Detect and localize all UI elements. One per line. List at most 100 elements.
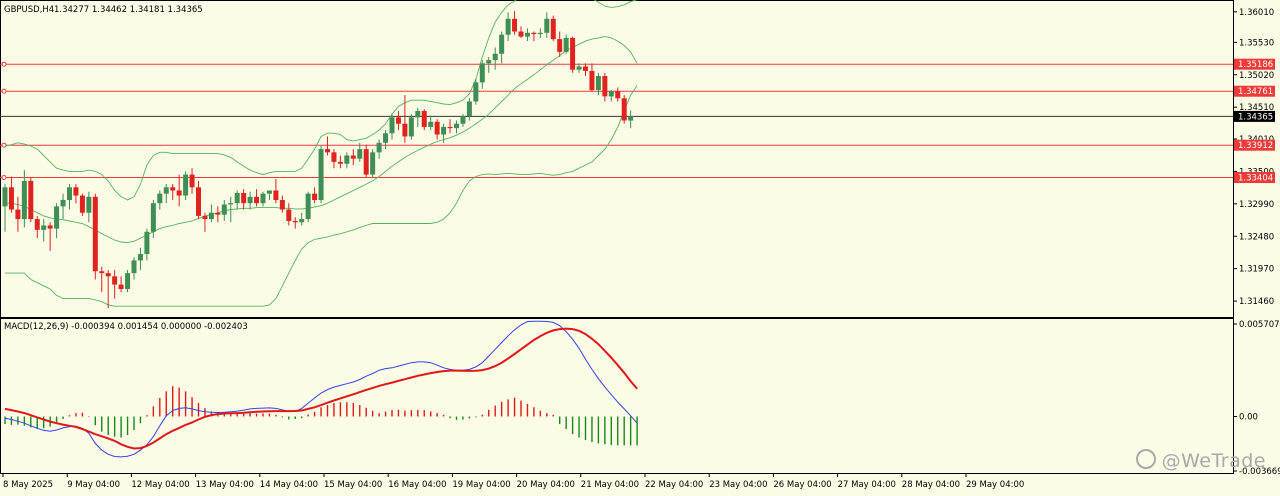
candle-body [550, 18, 556, 40]
candle-body [576, 66, 582, 70]
candle-body [208, 212, 214, 220]
candle-body [595, 76, 601, 91]
level-anchor-dot [1, 175, 7, 181]
candle-body [447, 126, 453, 129]
level-price-label: 1.33912 [1238, 141, 1273, 151]
candle-body [292, 220, 298, 223]
candle [73, 184, 79, 204]
candle-body [28, 180, 34, 220]
candle-body [492, 53, 498, 61]
candle-body [118, 284, 124, 290]
candle [563, 34, 569, 54]
time-tick-label: 22 May 04:00 [645, 480, 703, 490]
candle [208, 204, 214, 223]
candle-body [247, 196, 253, 204]
price-tick-label: 1.32990 [1239, 200, 1274, 210]
candle-body [183, 174, 189, 196]
candle [608, 90, 614, 102]
candle [518, 26, 524, 38]
candle [512, 11, 518, 35]
candle-body [21, 180, 27, 220]
macd-lines [4, 320, 638, 458]
candle [499, 31, 505, 64]
candle [537, 28, 543, 38]
time-tick-label: 23 May 04:00 [709, 480, 767, 490]
candle-body [60, 200, 66, 207]
candle [79, 193, 85, 216]
candle-body [144, 231, 150, 255]
candle-body [408, 117, 414, 137]
candle [99, 266, 105, 293]
candle [67, 184, 72, 210]
candle-body [92, 196, 98, 272]
candle-body [357, 149, 363, 159]
candle [92, 193, 98, 280]
candle-body [221, 204, 227, 215]
candle-body [2, 187, 8, 207]
chart-svg[interactable]: 1.360101.355301.350201.345101.340101.335… [0, 0, 1280, 492]
candle [60, 193, 66, 220]
candle-body [299, 219, 305, 223]
candle-body [460, 116, 466, 124]
candle-body [189, 174, 195, 188]
candle-body [325, 149, 330, 153]
candle [221, 200, 227, 221]
candle [331, 149, 337, 169]
candle [350, 149, 356, 166]
level-anchor-dot [1, 142, 7, 148]
time-tick-label: 9 May 04:00 [67, 480, 120, 490]
candle [2, 184, 8, 232]
candle-body [54, 206, 60, 229]
candle [589, 63, 595, 92]
ohlc-label: 1.34277 1.34462 1.34181 1.34365 [54, 5, 203, 15]
price-tick-label: 1.35530 [1239, 38, 1274, 48]
candle-body [67, 187, 72, 201]
candle [170, 184, 176, 201]
candle [260, 191, 266, 207]
candle [47, 222, 53, 251]
candle [408, 114, 414, 140]
candle-body [344, 155, 350, 164]
price-pane-frame [0, 0, 1234, 318]
time-axis: 8 May 2025 9 May 04:00 12 May 04:00 13 May … [2, 473, 1024, 490]
candle-body [125, 273, 131, 290]
candle-body [337, 161, 343, 164]
candle-body [79, 195, 85, 213]
watermark-logo-icon [1135, 449, 1156, 469]
candle [460, 114, 466, 127]
candle [112, 269, 118, 299]
candle-body [524, 32, 530, 37]
candle [318, 145, 324, 204]
candle [54, 203, 60, 239]
candle-body [602, 76, 608, 97]
candle [524, 28, 530, 42]
candle-body [318, 149, 324, 201]
candle-body [499, 34, 505, 54]
candle [337, 155, 343, 169]
candle [34, 215, 40, 239]
price-tick-label: 1.36010 [1239, 8, 1274, 18]
price-tick-label: 1.31460 [1239, 297, 1274, 307]
candle-body [570, 37, 576, 70]
candle [234, 190, 240, 210]
candle [557, 31, 563, 57]
candle-body [466, 101, 472, 117]
time-tick-label: 28 May 04:00 [902, 480, 960, 490]
time-tick-label: 16 May 04:00 [388, 480, 446, 490]
time-tick-label: 19 May 04:00 [452, 480, 510, 490]
time-tick-label: 12 May 04:00 [131, 480, 189, 490]
candle-body [479, 63, 485, 83]
candle-body [41, 225, 47, 230]
candle-body [254, 196, 260, 204]
candle-body [505, 18, 511, 35]
trading-chart[interactable]: 1.360101.355301.350201.345101.340101.335… [0, 0, 1280, 492]
time-tick-label: 27 May 04:00 [838, 480, 896, 490]
candle [415, 107, 421, 127]
candle [8, 176, 14, 213]
candle [576, 63, 582, 73]
candle [395, 110, 401, 131]
candle-body [15, 209, 21, 220]
candle-body [202, 215, 208, 220]
candle [86, 191, 92, 223]
candle [344, 152, 350, 169]
